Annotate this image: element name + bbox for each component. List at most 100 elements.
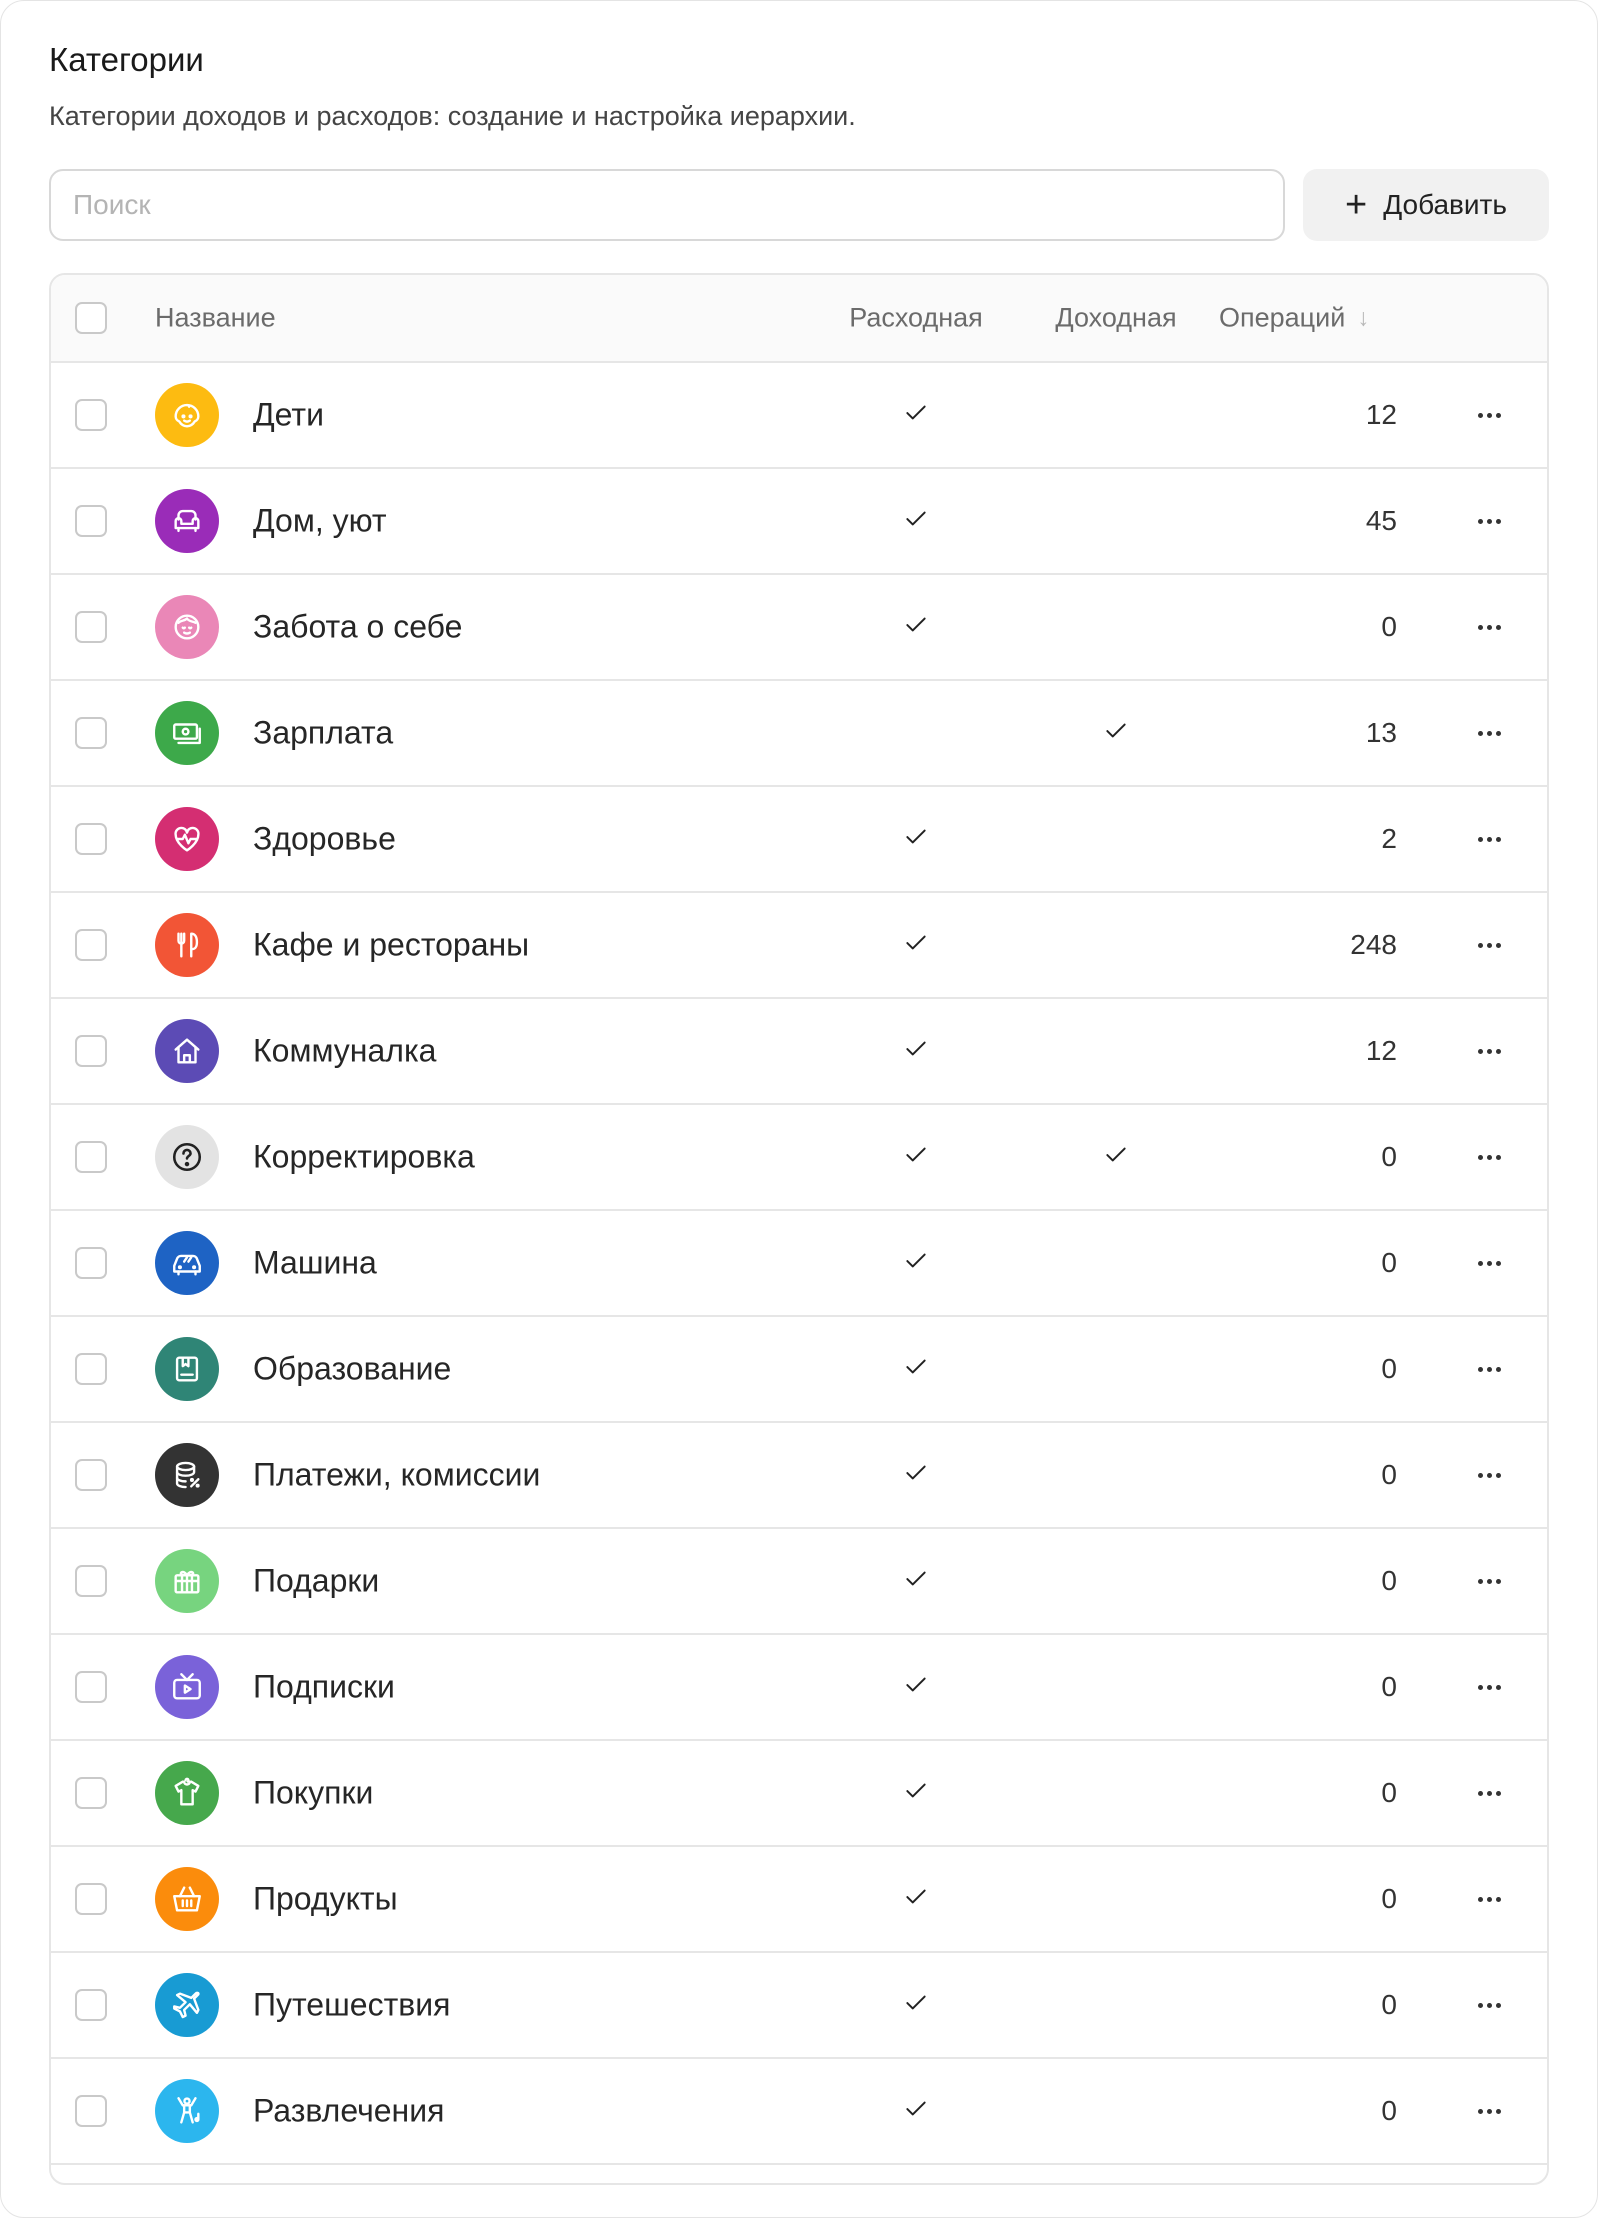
more-actions-icon[interactable] (1469, 1031, 1509, 1071)
table-row[interactable]: Забота о себе 0 (51, 575, 1547, 681)
more-actions-icon[interactable] (1469, 395, 1509, 435)
operations-count: 0 (1381, 1247, 1397, 1278)
more-actions-icon[interactable] (1469, 1137, 1509, 1177)
table-row[interactable]: Дом, уют 45 (51, 469, 1547, 575)
table-row[interactable]: Образование 0 (51, 1317, 1547, 1423)
row-checkbox[interactable] (75, 611, 107, 643)
more-actions-icon[interactable] (1469, 713, 1509, 753)
more-actions-icon[interactable] (1469, 1773, 1509, 1813)
row-checkbox[interactable] (75, 1459, 107, 1491)
more-actions-icon[interactable] (1469, 819, 1509, 859)
row-checkbox[interactable] (75, 717, 107, 749)
table-row[interactable]: Подарки 0 (51, 1529, 1547, 1635)
operations-count: 0 (1381, 1459, 1397, 1490)
operations-count: 0 (1381, 611, 1397, 642)
more-actions-icon[interactable] (1469, 607, 1509, 647)
category-name: Дом, уют (253, 502, 387, 539)
row-checkbox[interactable] (75, 823, 107, 855)
expense-check-icon (821, 400, 1011, 431)
operations-count: 12 (1365, 1035, 1397, 1066)
plus-icon: + (1345, 184, 1368, 226)
expense-check-icon (821, 1778, 1011, 1809)
search-input[interactable] (49, 169, 1285, 241)
row-checkbox[interactable] (75, 1989, 107, 2021)
column-header-operations[interactable]: Операций ↓ (1219, 303, 1369, 334)
category-name: Здоровье (253, 820, 396, 857)
expense-check-icon (821, 1672, 1011, 1703)
table-row[interactable]: Покупки 0 (51, 1741, 1547, 1847)
basket-icon (155, 1867, 219, 1931)
table-row[interactable]: Коммуналка 12 (51, 999, 1547, 1105)
table-row[interactable]: Путешествия 0 (51, 1953, 1547, 2059)
operations-count: 0 (1381, 1989, 1397, 2020)
more-actions-icon[interactable] (1469, 2091, 1509, 2131)
expense-check-icon (821, 824, 1011, 855)
expense-check-icon (821, 612, 1011, 643)
more-actions-icon[interactable] (1469, 925, 1509, 965)
operations-count: 13 (1365, 717, 1397, 748)
category-name: Подписки (253, 1668, 395, 1705)
table-row[interactable]: Машина 0 (51, 1211, 1547, 1317)
table-row[interactable]: Платежи, комиссии 0 (51, 1423, 1547, 1529)
expense-check-icon (821, 506, 1011, 537)
operations-count: 12 (1365, 399, 1397, 430)
airplane-icon (155, 1973, 219, 2037)
table-row[interactable]: Развлечения 0 (51, 2059, 1547, 2165)
question-icon (155, 1125, 219, 1189)
row-checkbox[interactable] (75, 1247, 107, 1279)
row-checkbox[interactable] (75, 505, 107, 537)
more-actions-icon[interactable] (1469, 1667, 1509, 1707)
table-row[interactable]: Здоровье 2 (51, 787, 1547, 893)
add-category-button[interactable]: + Добавить (1303, 169, 1549, 241)
operations-count: 0 (1381, 1777, 1397, 1808)
table-row[interactable]: Подписки 0 (51, 1635, 1547, 1741)
expense-check-icon (821, 1142, 1011, 1173)
row-checkbox[interactable] (75, 1141, 107, 1173)
table-row[interactable]: Продукты 0 (51, 1847, 1547, 1953)
operations-count: 0 (1381, 2095, 1397, 2126)
operations-count: 2 (1381, 823, 1397, 854)
table-row[interactable]: Дети 12 (51, 363, 1547, 469)
expense-check-icon (821, 1460, 1011, 1491)
column-header-expense: Расходная (849, 302, 983, 333)
more-actions-icon[interactable] (1469, 501, 1509, 541)
category-name: Продукты (253, 1880, 398, 1917)
operations-count: 0 (1381, 1141, 1397, 1172)
category-name: Подарки (253, 1562, 380, 1599)
book-icon (155, 1337, 219, 1401)
row-checkbox[interactable] (75, 1035, 107, 1067)
row-checkbox[interactable] (75, 1565, 107, 1597)
table-row[interactable]: Зарплата 13 (51, 681, 1547, 787)
self-care-face-icon (155, 595, 219, 659)
expense-check-icon (821, 1566, 1011, 1597)
operations-count: 0 (1381, 1353, 1397, 1384)
row-checkbox[interactable] (75, 399, 107, 431)
cutlery-icon (155, 913, 219, 977)
income-check-icon (1021, 1142, 1211, 1173)
expense-check-icon (821, 1036, 1011, 1067)
more-actions-icon[interactable] (1469, 1349, 1509, 1389)
row-checkbox[interactable] (75, 1671, 107, 1703)
more-actions-icon[interactable] (1469, 1455, 1509, 1495)
category-name: Кафе и рестораны (253, 926, 530, 963)
operations-count: 45 (1365, 505, 1397, 536)
table-row[interactable]: Кафе и рестораны 248 (51, 893, 1547, 999)
row-checkbox[interactable] (75, 929, 107, 961)
dancer-icon (155, 2079, 219, 2143)
table-row[interactable]: Корректировка 0 (51, 1105, 1547, 1211)
more-actions-icon[interactable] (1469, 1243, 1509, 1283)
more-actions-icon[interactable] (1469, 1985, 1509, 2025)
more-actions-icon[interactable] (1469, 1879, 1509, 1919)
category-name: Корректировка (253, 1138, 475, 1175)
table-header: Название Расходная Доходная Операций ↓ (51, 275, 1547, 363)
sort-desc-icon: ↓ (1357, 304, 1370, 331)
expense-check-icon (821, 930, 1011, 961)
more-actions-icon[interactable] (1469, 1561, 1509, 1601)
row-checkbox[interactable] (75, 2095, 107, 2127)
cash-icon (155, 701, 219, 765)
add-button-label: Добавить (1383, 189, 1507, 220)
row-checkbox[interactable] (75, 1353, 107, 1385)
row-checkbox[interactable] (75, 1777, 107, 1809)
select-all-checkbox[interactable] (75, 302, 107, 334)
row-checkbox[interactable] (75, 1883, 107, 1915)
